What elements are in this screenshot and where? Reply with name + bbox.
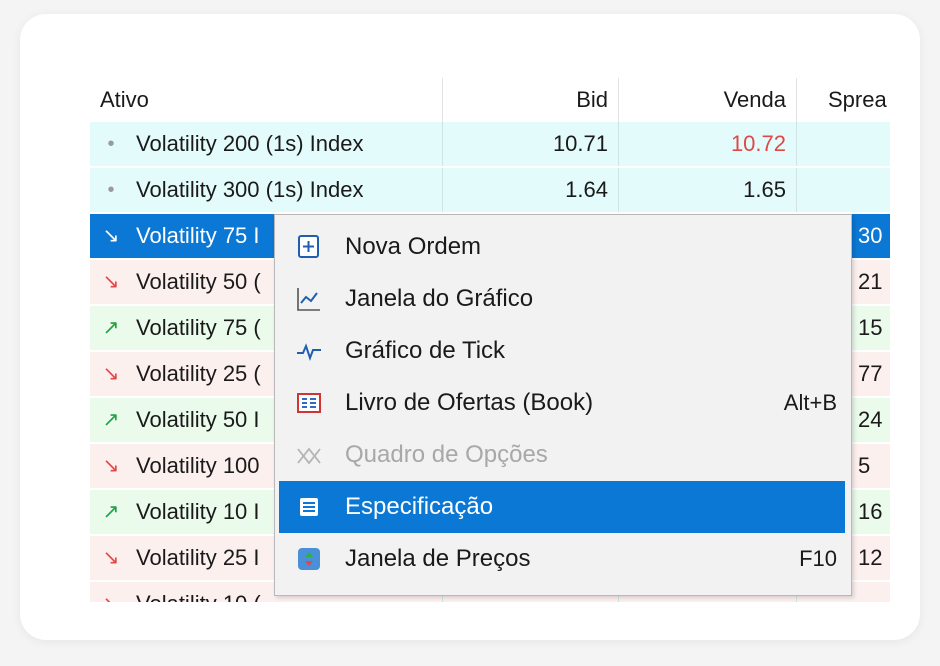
menu-item-nova-ordem[interactable]: Nova Ordem <box>279 221 845 273</box>
spread-value: 30 <box>858 223 883 248</box>
up-arrow-icon: ↗ <box>102 501 120 523</box>
spread-value: 21 <box>858 269 883 294</box>
cell-divider <box>618 122 619 166</box>
down-arrow-icon: ↘ <box>102 225 120 247</box>
menu-item-label: Janela de Preços <box>345 545 531 572</box>
context-menu: Nova Ordem Janela do Gráfico Gráfico de … <box>274 214 852 596</box>
column-divider[interactable] <box>442 78 443 122</box>
column-divider[interactable] <box>618 78 619 122</box>
cell-divider <box>442 168 443 212</box>
new-order-icon <box>295 233 323 261</box>
spread-value <box>858 122 890 166</box>
menu-item-label: Nova Ordem <box>345 233 482 260</box>
ask-value: 10.72 <box>730 131 786 156</box>
spread-value <box>858 168 890 212</box>
column-header-bid[interactable]: Bid <box>442 78 608 122</box>
chart-window-icon <box>295 285 323 313</box>
menu-item-label: Gráfico de Tick <box>345 337 506 364</box>
down-arrow-icon: ↘ <box>102 363 120 385</box>
menu-item-janela-do-grafico[interactable]: Janela do Gráfico <box>279 273 845 325</box>
menu-item-shortcut: Alt+B <box>783 390 837 415</box>
menu-item-shortcut: F10 <box>799 546 837 571</box>
symbol-name: Volatility 300 (1s) Index <box>136 177 364 202</box>
cell-divider <box>796 122 797 166</box>
dot-icon: • <box>107 179 115 201</box>
table-row[interactable]: • Volatility 200 (1s) Index 10.71 10.72 <box>90 122 890 166</box>
cell-divider <box>618 168 619 212</box>
specification-icon <box>295 493 323 521</box>
spread-value: 12 <box>858 545 883 570</box>
order-book-icon <box>295 389 323 417</box>
down-arrow-icon: ↘ <box>102 271 120 293</box>
cell-divider <box>796 168 797 212</box>
spread-value: 24 <box>858 407 883 432</box>
menu-item-janela-de-precos[interactable]: Janela de Preços F10 <box>279 533 845 585</box>
cell-divider <box>442 122 443 166</box>
spread-value: 5 <box>858 453 871 478</box>
bid-value: 10.71 <box>552 131 608 156</box>
spread-value: 15 <box>858 315 883 340</box>
tick-chart-icon <box>295 337 323 365</box>
column-divider[interactable] <box>796 78 797 122</box>
menu-item-especificacao[interactable]: Especificação <box>279 481 845 533</box>
menu-item-label: Livro de Ofertas (Book) <box>345 389 594 416</box>
table-row[interactable]: • Volatility 300 (1s) Index 1.64 1.65 <box>90 168 890 212</box>
dot-icon: • <box>107 133 115 155</box>
ask-value: 1.65 <box>743 177 786 202</box>
spread-value <box>858 582 890 602</box>
menu-item-quadro-de-opcoes: Quadro de Opções <box>279 429 845 481</box>
symbol-name: Volatility 200 (1s) Index <box>136 131 364 156</box>
down-arrow-icon: ↘ <box>102 547 120 569</box>
column-header-venda[interactable]: Venda <box>618 78 786 122</box>
menu-item-livro-de-ofertas[interactable]: Livro de Ofertas (Book) Alt+B <box>279 377 845 429</box>
options-board-icon <box>295 441 323 469</box>
menu-item-label: Janela do Gráfico <box>345 285 534 312</box>
price-window-icon <box>295 545 323 573</box>
down-arrow-icon: ↘ <box>98 582 124 602</box>
menu-item-label: Quadro de Opções <box>345 441 548 468</box>
up-arrow-icon: ↗ <box>102 317 120 339</box>
up-arrow-icon: ↗ <box>102 409 120 431</box>
column-header-spread[interactable]: Sprea <box>828 78 887 122</box>
column-header-ativo[interactable]: Ativo <box>100 78 149 122</box>
menu-item-grafico-de-tick[interactable]: Gráfico de Tick <box>279 325 845 377</box>
spread-value: 77 <box>858 361 883 386</box>
bid-value: 1.64 <box>565 177 608 202</box>
menu-item-label: Especificação <box>345 493 494 520</box>
spread-value: 16 <box>858 499 883 524</box>
down-arrow-icon: ↘ <box>102 455 120 477</box>
